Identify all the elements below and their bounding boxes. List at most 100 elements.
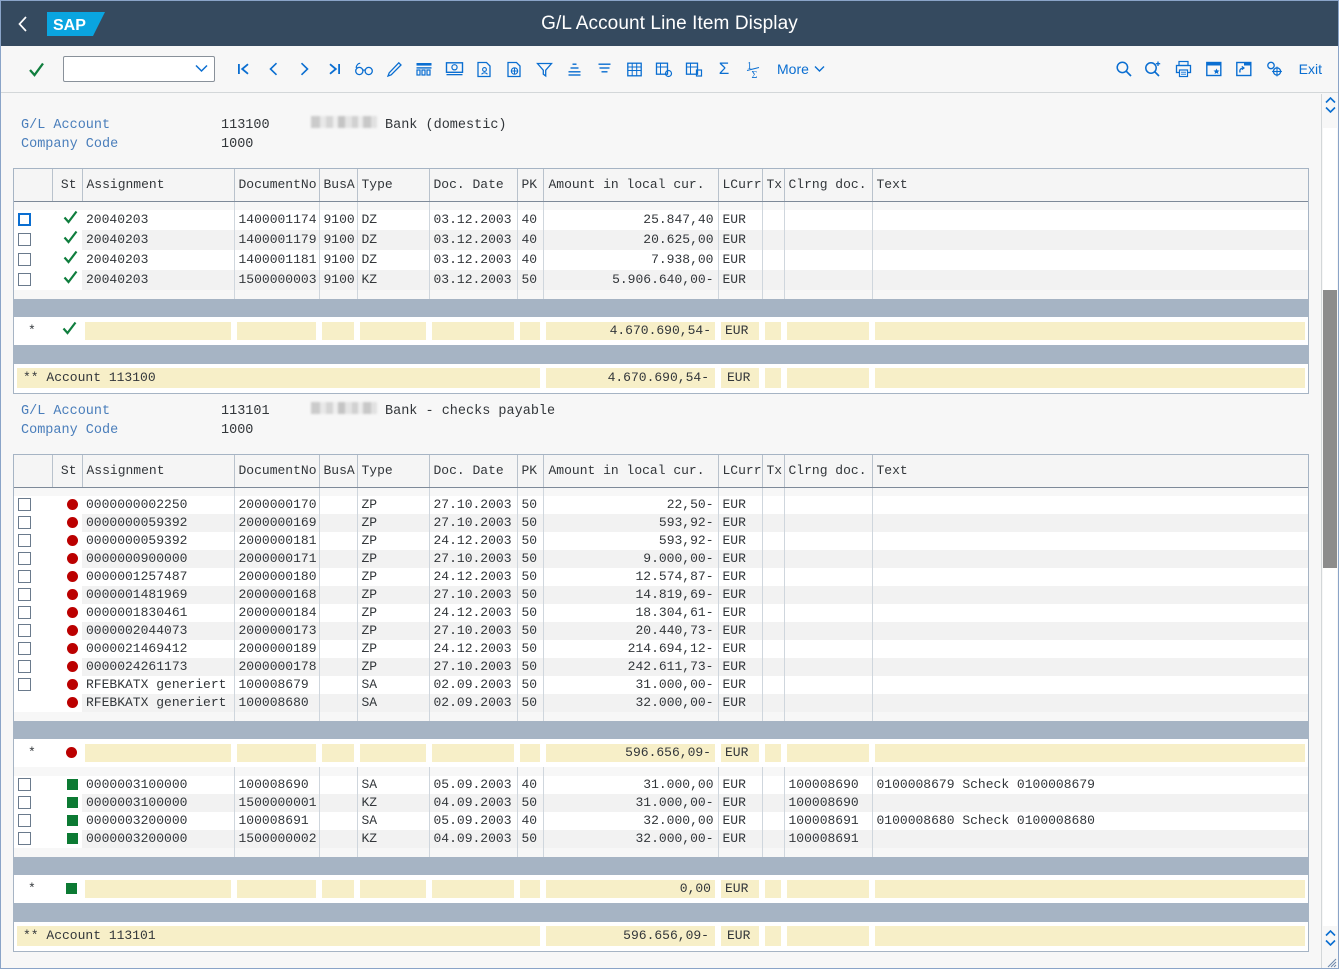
table-row[interactable]: 0000001830461 2000000184 ZP 24.12.2003 50 18.… [14, 604, 1308, 622]
column-header-pk[interactable]: PK [517, 169, 544, 202]
column-header-amount[interactable]: Amount in local cur. [543, 169, 719, 202]
row-checkbox[interactable] [18, 534, 31, 548]
table-row[interactable]: 0000021469412 2000000189 ZP 24.12.2003 50 214… [14, 640, 1308, 658]
find-button[interactable] [1109, 52, 1139, 86]
table-row[interactable]: 0000002044073 2000000173 ZP 27.10.2003 50 20.… [14, 622, 1308, 640]
layout-select[interactable] [63, 56, 215, 82]
column-header-tx[interactable]: Tx [762, 169, 785, 202]
row-checkbox[interactable] [18, 516, 31, 530]
column-header-text[interactable]: Text [872, 169, 1308, 202]
sum-button[interactable]: Σ [709, 52, 739, 86]
filter-button[interactable] [529, 52, 559, 86]
row-select-cell[interactable] [14, 776, 52, 794]
row-select-cell[interactable] [14, 568, 52, 586]
column-header-lcurr[interactable]: LCurr [718, 169, 763, 202]
total-button[interactable] [619, 52, 649, 86]
row-select-cell[interactable] [14, 532, 52, 550]
back-button[interactable] [1, 1, 45, 46]
row-checkbox[interactable] [18, 796, 31, 810]
row-select-cell[interactable] [14, 694, 52, 712]
row-select-cell[interactable] [14, 812, 52, 830]
table-row[interactable]: 0000001257487 2000000180 ZP 24.12.2003 50 12.… [14, 568, 1308, 586]
column-header-date[interactable]: Doc. Date [429, 455, 518, 488]
table-row[interactable]: 20040203 1400001179 9100 DZ 03.12.2003 40 20.6… [14, 230, 1308, 250]
create-session-button[interactable] [1229, 52, 1259, 86]
subtotal-button[interactable] [649, 52, 679, 86]
column-header-docno[interactable]: DocumentNo [234, 455, 320, 488]
row-checkbox[interactable] [18, 832, 31, 846]
document-overview-button[interactable] [469, 52, 499, 86]
row-select-cell[interactable] [14, 230, 52, 250]
row-checkbox[interactable] [18, 552, 31, 566]
table-row[interactable]: RFEBKATX generiert 100008680 SA 02.09.2003 5… [14, 694, 1308, 712]
confirm-button[interactable] [21, 52, 51, 86]
row-checkbox[interactable] [18, 606, 31, 620]
change-document-button[interactable] [379, 52, 409, 86]
row-select-cell[interactable] [14, 640, 52, 658]
row-select-cell[interactable] [14, 658, 52, 676]
row-select-cell[interactable] [14, 830, 52, 848]
scrollbar-thumb[interactable] [1323, 290, 1337, 568]
column-header-text[interactable]: Text [872, 455, 1308, 488]
display-document-button[interactable] [349, 52, 379, 86]
row-checkbox[interactable] [18, 814, 31, 828]
row-select-cell[interactable] [14, 550, 52, 568]
column-header-type[interactable]: Type [357, 455, 430, 488]
row-select-cell[interactable] [14, 250, 52, 270]
row-checkbox[interactable] [18, 253, 31, 267]
row-select-cell[interactable] [14, 622, 52, 640]
column-header-busa[interactable]: BusA [319, 169, 358, 202]
row-select-cell[interactable] [14, 604, 52, 622]
row-checkbox[interactable] [18, 273, 31, 287]
table-row[interactable]: 20040203 1400001174 9100 DZ 03.12.2003 40 25.8… [14, 210, 1308, 230]
mass-change-button[interactable] [409, 52, 439, 86]
row-checkbox[interactable] [18, 678, 31, 692]
column-header-assign[interactable]: Assignment [82, 169, 235, 202]
add-to-favorites-button[interactable] [1199, 52, 1229, 86]
row-select-cell[interactable] [14, 270, 52, 290]
next-page-button[interactable] [289, 52, 319, 86]
row-checkbox[interactable] [18, 588, 31, 602]
row-checkbox[interactable] [18, 660, 31, 674]
resize-grip-icon[interactable] [1325, 955, 1337, 968]
column-header-amount[interactable]: Amount in local cur. [543, 455, 719, 488]
row-checkbox[interactable] [18, 213, 31, 227]
table-row[interactable]: 20040203 1400001181 9100 DZ 03.12.2003 40 7.93… [14, 250, 1308, 270]
sort-ascending-button[interactable] [559, 52, 589, 86]
layout-button[interactable] [679, 52, 709, 86]
column-header-pk[interactable]: PK [517, 455, 544, 488]
table-row[interactable]: 20040203 1500000003 9100 KZ 03.12.2003 50 5.90… [14, 270, 1308, 290]
document-currency-button[interactable] [499, 52, 529, 86]
table-row[interactable]: RFEBKATX generiert 100008679 SA 02.09.2003 5… [14, 676, 1308, 694]
column-header-docno[interactable]: DocumentNo [234, 169, 320, 202]
table-row[interactable]: 0000000002250 2000000170 ZP 27.10.2003 50 22,… [14, 496, 1308, 514]
row-select-cell[interactable] [14, 514, 52, 532]
table-row[interactable]: 0000003100000 1500000001 KZ 04.09.2003 50 31.… [14, 794, 1308, 812]
table-row[interactable]: 0000024261173 2000000178 ZP 27.10.2003 50 242… [14, 658, 1308, 676]
print-button[interactable] [1169, 52, 1199, 86]
more-menu-button[interactable]: More [769, 61, 833, 77]
first-page-button[interactable] [229, 52, 259, 86]
row-checkbox[interactable] [18, 624, 31, 638]
row-select-cell[interactable] [14, 586, 52, 604]
row-select-cell[interactable] [14, 496, 52, 514]
column-header-date[interactable]: Doc. Date [429, 169, 518, 202]
row-select-cell[interactable] [14, 210, 52, 230]
table-row[interactable]: 0000003100000 100008690 SA 05.09.2003 40 31.0… [14, 776, 1308, 794]
last-page-button[interactable] [319, 52, 349, 86]
column-header-cb[interactable] [14, 169, 53, 202]
table-row[interactable]: 0000003200000 1500000002 KZ 04.09.2003 50 32.… [14, 830, 1308, 848]
row-checkbox[interactable] [18, 778, 31, 792]
customize-layout-button[interactable] [1259, 52, 1289, 86]
column-header-cb[interactable] [14, 455, 53, 488]
previous-page-button[interactable] [259, 52, 289, 86]
row-checkbox[interactable] [18, 570, 31, 584]
column-header-type[interactable]: Type [357, 169, 430, 202]
row-select-cell[interactable] [14, 676, 52, 694]
column-header-st[interactable]: St [52, 455, 83, 488]
table-row[interactable]: 0000000900000 2000000171 ZP 27.10.2003 50 9.0… [14, 550, 1308, 568]
table-row[interactable]: 0000000059392 2000000169 ZP 27.10.2003 50 593… [14, 514, 1308, 532]
column-header-clrng[interactable]: Clrng doc. [784, 169, 873, 202]
column-header-clrng[interactable]: Clrng doc. [784, 455, 873, 488]
row-checkbox[interactable] [18, 642, 31, 656]
